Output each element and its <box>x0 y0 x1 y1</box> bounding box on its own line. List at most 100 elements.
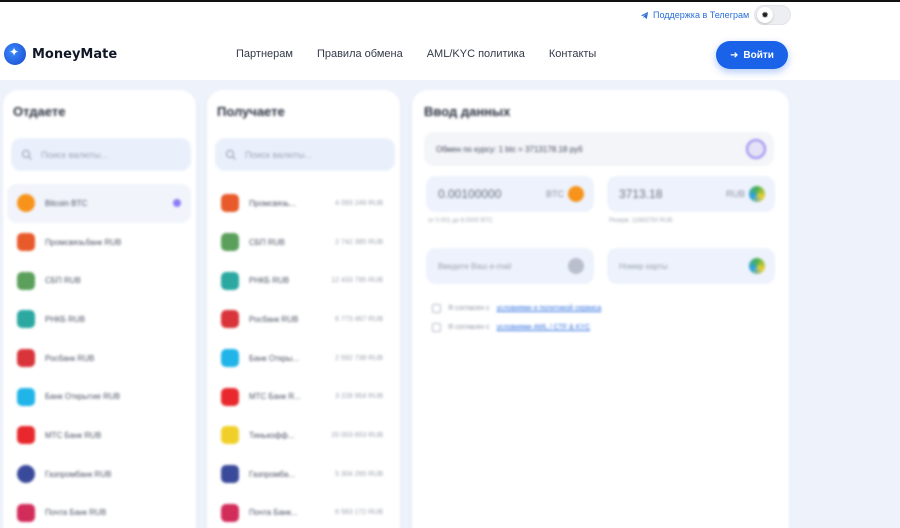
currency-icon <box>221 349 239 368</box>
input-title: Ввод данных <box>424 104 511 119</box>
btc-icon <box>568 186 584 202</box>
give-currency-item[interactable]: Росбанк RUB <box>7 339 191 378</box>
logo-text: MoneyMate <box>32 46 118 62</box>
aml-text: Я согласен с <box>448 324 490 331</box>
theme-toggle[interactable]: ✹ <box>754 5 791 25</box>
currency-icon <box>221 233 239 252</box>
card-number-field[interactable]: Номер карты <box>607 248 775 284</box>
currency-label: СБП RUB <box>249 237 285 247</box>
get-currency-item[interactable]: Почта Банк... 6 563 172 RUB <box>211 494 395 528</box>
give-search-input[interactable]: Поиск валюты... <box>11 138 191 171</box>
get-currency-item[interactable]: Тинькофф... 20 003 653 RUB <box>211 416 395 455</box>
currency-label: Промсвязь... <box>249 198 297 208</box>
currency-label: Росбанк RUB <box>249 314 299 324</box>
email-field[interactable]: Введите Ваш e-mail <box>426 248 594 284</box>
input-panel: Ввод данных Обмен по курсу: 1 btc = 3713… <box>412 90 789 528</box>
currency-label: Банк Откры... <box>249 353 300 363</box>
get-currency-item[interactable]: Росбанк RUB 6 773 467 RUB <box>211 300 395 339</box>
give-currency-item[interactable]: Банк Открытие RUB <box>7 377 191 416</box>
sun-icon: ✹ <box>757 7 773 23</box>
get-currency-item[interactable]: РНКБ RUB 12 433 795 RUB <box>211 261 395 300</box>
reserve-amount: 2 592 738 RUB <box>335 354 383 362</box>
rub-icon <box>749 186 765 202</box>
get-currency-item[interactable]: Банк Откры... 2 592 738 RUB <box>211 339 395 378</box>
aml-checkbox-row[interactable]: Я согласен с условиями AML / CTF & KYC <box>432 323 590 332</box>
get-currency-list: Промсвязь... 4 093 249 RUB СБП RUB 2 742 38… <box>211 184 395 528</box>
currency-icon <box>17 271 35 290</box>
get-search-input[interactable]: Поиск валюты... <box>215 138 395 171</box>
currency-icon <box>221 465 239 484</box>
give-currency-item[interactable]: Газпромбанк RUB <box>7 455 191 494</box>
give-hint: от 0.001 до 8.0000 BTC <box>428 218 493 224</box>
currency-icon <box>221 310 239 329</box>
get-currency-item[interactable]: Промсвязь... 4 093 249 RUB <box>211 184 395 223</box>
currency-label: Почта Банк... <box>249 508 298 518</box>
get-currency-item[interactable]: Газпромба... 5 304 265 RUB <box>211 455 395 494</box>
nav-exchange-rules[interactable]: Правила обмена <box>317 48 403 60</box>
main-content: Отдаете Поиск валюты... Bitcoin BTC Промс… <box>0 80 900 528</box>
get-currency-item[interactable]: МТС Банк R... 3 228 954 RUB <box>211 377 395 416</box>
currency-icon <box>17 465 35 484</box>
nav-aml-kyc[interactable]: AML/KYC политика <box>427 48 525 60</box>
give-currency-item[interactable]: Промсвязьбанк RUB <box>7 223 191 262</box>
give-currency-item[interactable]: Bitcoin BTC <box>7 184 191 223</box>
currency-label: Тинькофф... <box>249 430 295 440</box>
currency-icon <box>221 426 239 445</box>
currency-label: Газпромбанк RUB <box>45 469 112 479</box>
give-currency-item[interactable]: Почта Банк RUB <box>7 494 191 528</box>
currency-icon <box>221 194 239 213</box>
currency-icon <box>17 349 35 368</box>
search-icon <box>225 149 236 160</box>
telegram-label: Поддержка в Телеграм <box>653 10 750 20</box>
login-button[interactable]: ➜ Войти <box>716 41 788 69</box>
give-currency-item[interactable]: РНКБ RUB <box>7 300 191 339</box>
get-panel: Получаете Поиск валюты... Промсвязь... 4 … <box>207 90 400 528</box>
reserve-amount: 12 433 795 RUB <box>331 277 383 285</box>
rate-text: Обмен по курсу: 1 btc = 3713178.18 руб <box>436 144 583 154</box>
currency-icon <box>221 503 239 522</box>
currency-icon <box>17 503 35 522</box>
currency-label: МТС Банк RUB <box>45 430 102 440</box>
currency-icon <box>17 387 35 406</box>
currency-icon <box>17 310 35 329</box>
search-placeholder: Поиск валюты... <box>245 149 313 160</box>
currency-label: Промсвязьбанк RUB <box>45 237 122 247</box>
get-currency-item[interactable]: СБП RUB 2 742 385 RUB <box>211 223 395 262</box>
mail-icon <box>568 258 584 274</box>
telegram-icon <box>640 11 649 19</box>
nav-partners[interactable]: Партнерам <box>236 48 293 60</box>
currency-icon <box>17 194 35 213</box>
logo[interactable]: MoneyMate <box>4 43 117 65</box>
logo-icon <box>4 43 26 65</box>
give-panel: Отдаете Поиск валюты... Bitcoin BTC Промс… <box>3 90 196 528</box>
search-icon <box>21 149 32 160</box>
currency-label: Почта Банк RUB <box>45 508 107 518</box>
give-currency-item[interactable]: СБП RUB <box>7 261 191 300</box>
give-amount-value: 0.00100000 <box>438 187 502 201</box>
currency-label: МТС Банк R... <box>249 392 301 402</box>
get-amount-input[interactable]: 3713.18 RUB <box>607 176 775 212</box>
terms-checkbox[interactable] <box>432 304 441 313</box>
give-currency-list: Bitcoin BTC Промсвязьбанк RUB СБП RUB РНКБ … <box>7 184 191 528</box>
refresh-icon <box>746 139 766 159</box>
terms-link[interactable]: условиями и политикой сервиса <box>497 305 602 312</box>
main-nav: Партнерам Правила обмена AML/KYC политик… <box>236 48 596 60</box>
exchange-rate: Обмен по курсу: 1 btc = 3713178.18 руб <box>424 132 774 166</box>
terms-checkbox-row[interactable]: Я согласен с условиями и политикой серви… <box>432 304 601 313</box>
card-placeholder: Номер карты <box>619 261 668 271</box>
currency-label: Bitcoin BTC <box>45 198 88 208</box>
reserve-amount: 20 003 653 RUB <box>331 431 383 439</box>
header: MoneyMate Партнерам Правила обмена AML/K… <box>0 28 900 80</box>
give-currency-item[interactable]: МТС Банк RUB <box>7 416 191 455</box>
aml-checkbox[interactable] <box>432 323 441 332</box>
give-amount-input[interactable]: 0.00100000 BTC <box>426 176 594 212</box>
telegram-support-link[interactable]: Поддержка в Телеграм <box>640 10 749 20</box>
get-title: Получаете <box>217 104 285 119</box>
give-title: Отдаете <box>13 104 66 119</box>
get-currency: RUB <box>725 189 745 199</box>
aml-link[interactable]: условиями AML / CTF & KYC <box>497 324 591 331</box>
nav-contacts[interactable]: Контакты <box>549 48 597 60</box>
currency-label: Банк Открытие RUB <box>45 392 121 402</box>
reserve-amount: 6 773 467 RUB <box>335 315 383 323</box>
currency-label: Газпромба... <box>249 469 296 479</box>
